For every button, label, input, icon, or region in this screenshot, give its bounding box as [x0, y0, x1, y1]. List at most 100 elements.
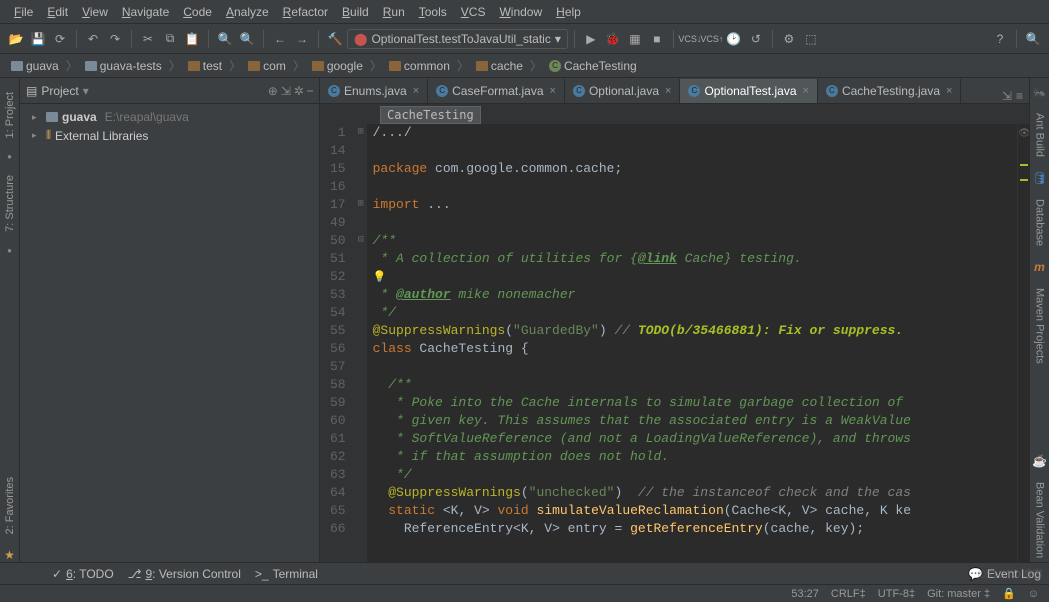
tab-cachetesting-java[interactable]: CCacheTesting.java×: [818, 79, 962, 103]
database-tool-tab[interactable]: Database: [1032, 195, 1048, 250]
tab-enums-java[interactable]: CEnums.java×: [320, 79, 428, 103]
database-icon: 🛢: [1032, 171, 1047, 185]
open-icon[interactable]: 📂: [6, 29, 26, 49]
target-icon[interactable]: ⊕: [268, 84, 278, 98]
breadcrumb-cache[interactable]: cache: [473, 58, 526, 74]
breadcrumb-separator: 〉: [66, 57, 78, 74]
inspection-eye-icon[interactable]: 👁: [1018, 126, 1029, 144]
tree-item-external-libraries[interactable]: ▸⫴External Libraries: [20, 126, 319, 145]
menu-code[interactable]: Code: [177, 3, 218, 21]
hide-icon[interactable]: ⎯: [307, 83, 313, 98]
vcs-history-icon[interactable]: 🕑: [724, 29, 744, 49]
tool-window-todo[interactable]: ✓6: TODO: [52, 567, 114, 581]
close-icon[interactable]: ×: [413, 85, 419, 97]
breadcrumb-cachetesting[interactable]: CCacheTesting: [546, 58, 640, 74]
forward-icon[interactable]: →: [292, 29, 312, 49]
breadcrumb-com[interactable]: com: [245, 58, 289, 74]
lock-icon[interactable]: 🔒: [1002, 587, 1016, 600]
breadcrumb-common[interactable]: common: [386, 58, 453, 74]
structure-tool-tab[interactable]: 7: Structure: [2, 171, 18, 236]
find-icon[interactable]: 🔍: [215, 29, 235, 49]
bean-icon: ☕: [1032, 454, 1047, 468]
search-everywhere-icon[interactable]: 🔍: [1023, 29, 1043, 49]
close-icon[interactable]: ×: [946, 85, 952, 97]
hector-icon[interactable]: ☺: [1028, 588, 1039, 600]
undo-icon[interactable]: ↶: [83, 29, 103, 49]
run-config-selector[interactable]: ⬤ OptionalTest.testToJavaUtil_static ▾: [347, 29, 568, 49]
bullet-icon: ●: [7, 152, 12, 161]
chevron-down-icon[interactable]: ▾: [83, 84, 89, 98]
menu-run[interactable]: Run: [377, 3, 411, 21]
tab-overflow-icon[interactable]: ⇲: [1002, 89, 1012, 103]
ant-build-tool-tab[interactable]: Ant Build: [1032, 109, 1048, 161]
menu-view[interactable]: View: [76, 3, 114, 21]
maven-icon: m: [1034, 260, 1045, 274]
debug-icon[interactable]: 🐞: [603, 29, 623, 49]
menu-navigate[interactable]: Navigate: [116, 3, 175, 21]
collapse-icon[interactable]: ⇲: [281, 84, 291, 98]
build-icon[interactable]: 🔨: [325, 29, 345, 49]
editor-breadcrumb[interactable]: CacheTesting: [380, 106, 481, 124]
sync-icon[interactable]: ⟳: [50, 29, 70, 49]
menu-build[interactable]: Build: [336, 3, 375, 21]
project-tool-tab[interactable]: 1: Project: [2, 88, 18, 142]
close-icon[interactable]: ×: [665, 85, 671, 97]
tab-optionaltest-java[interactable]: COptionalTest.java×: [680, 79, 818, 103]
caret-position[interactable]: 53:27: [791, 588, 819, 600]
maven-tool-tab[interactable]: Maven Projects: [1032, 284, 1048, 368]
tool-icon: ⎇: [128, 567, 142, 581]
tool-icon: >_: [255, 567, 269, 581]
tool-window-terminal[interactable]: >_Terminal: [255, 567, 318, 581]
favorites-tool-tab[interactable]: 2: Favorites: [2, 473, 18, 538]
editor-breadcrumb-bar: CacheTesting: [320, 104, 1029, 124]
breadcrumb-guava-tests[interactable]: guava-tests: [82, 58, 165, 74]
project-tree[interactable]: ▸guavaE:\reapal\guava▸⫴External Librarie…: [20, 104, 319, 149]
tree-item-guava[interactable]: ▸guavaE:\reapal\guava: [20, 108, 319, 126]
stop-icon[interactable]: ■: [647, 29, 667, 49]
menu-window[interactable]: Window: [493, 3, 548, 21]
close-icon[interactable]: ×: [550, 85, 556, 97]
file-encoding[interactable]: UTF-8‡: [878, 588, 915, 600]
replace-icon[interactable]: 🔍: [237, 29, 257, 49]
breadcrumb-google[interactable]: google: [309, 58, 366, 74]
sdk-icon[interactable]: ⬚: [801, 29, 821, 49]
structure-icon[interactable]: ⚙: [779, 29, 799, 49]
gear-icon[interactable]: ✲: [294, 84, 304, 98]
code-content[interactable]: /.../ package com.google.common.cache; i…: [367, 124, 1017, 562]
menu-file[interactable]: File: [8, 3, 39, 21]
menu-help[interactable]: Help: [550, 3, 587, 21]
line-separator[interactable]: CRLF‡: [831, 588, 866, 600]
left-tool-window-bar: 1: Project ● 7: Structure ● 2: Favorites…: [0, 78, 20, 562]
vcs-commit-icon[interactable]: VCS↑: [702, 29, 722, 49]
close-icon[interactable]: ×: [803, 85, 809, 97]
code-editor[interactable]: 1141516174950515253545556575859606162636…: [320, 124, 1029, 562]
tool-window-version-control[interactable]: ⎇9: Version Control: [128, 567, 241, 581]
breadcrumb-guava[interactable]: guava: [8, 58, 62, 74]
editor-scrollbar[interactable]: 👁: [1017, 124, 1029, 562]
menu-edit[interactable]: Edit: [41, 3, 74, 21]
copy-icon[interactable]: ⧉: [160, 29, 180, 49]
bean-validation-tool-tab[interactable]: Bean Validation: [1032, 478, 1048, 562]
coverage-icon[interactable]: ▦: [625, 29, 645, 49]
help-icon[interactable]: ?: [990, 29, 1010, 49]
menu-vcs[interactable]: VCS: [455, 3, 492, 21]
save-icon[interactable]: 💾: [28, 29, 48, 49]
redo-icon[interactable]: ↷: [105, 29, 125, 49]
menu-refactor[interactable]: Refactor: [277, 3, 334, 21]
vcs-revert-icon[interactable]: ↺: [746, 29, 766, 49]
back-icon[interactable]: ←: [270, 29, 290, 49]
vcs-update-icon[interactable]: VCS↓: [680, 29, 700, 49]
bottom-tool-bar: ✓6: TODO⎇9: Version Control>_Terminal 💬 …: [0, 562, 1049, 584]
fold-gutter[interactable]: ⊞⊞⊟: [355, 124, 367, 562]
menu-analyze[interactable]: Analyze: [220, 3, 275, 21]
tab-caseformat-java[interactable]: CCaseFormat.java×: [428, 79, 565, 103]
breadcrumb-test[interactable]: test: [185, 58, 225, 74]
git-branch[interactable]: Git: master ‡: [927, 588, 990, 600]
run-config-label: OptionalTest.testToJavaUtil_static: [371, 32, 550, 46]
tab-optional-java[interactable]: COptional.java×: [565, 79, 680, 103]
cut-icon[interactable]: ✂: [138, 29, 158, 49]
tab-list-icon[interactable]: ≡: [1016, 89, 1023, 103]
paste-icon[interactable]: 📋: [182, 29, 202, 49]
run-icon[interactable]: ▶: [581, 29, 601, 49]
menu-tools[interactable]: Tools: [413, 3, 453, 21]
